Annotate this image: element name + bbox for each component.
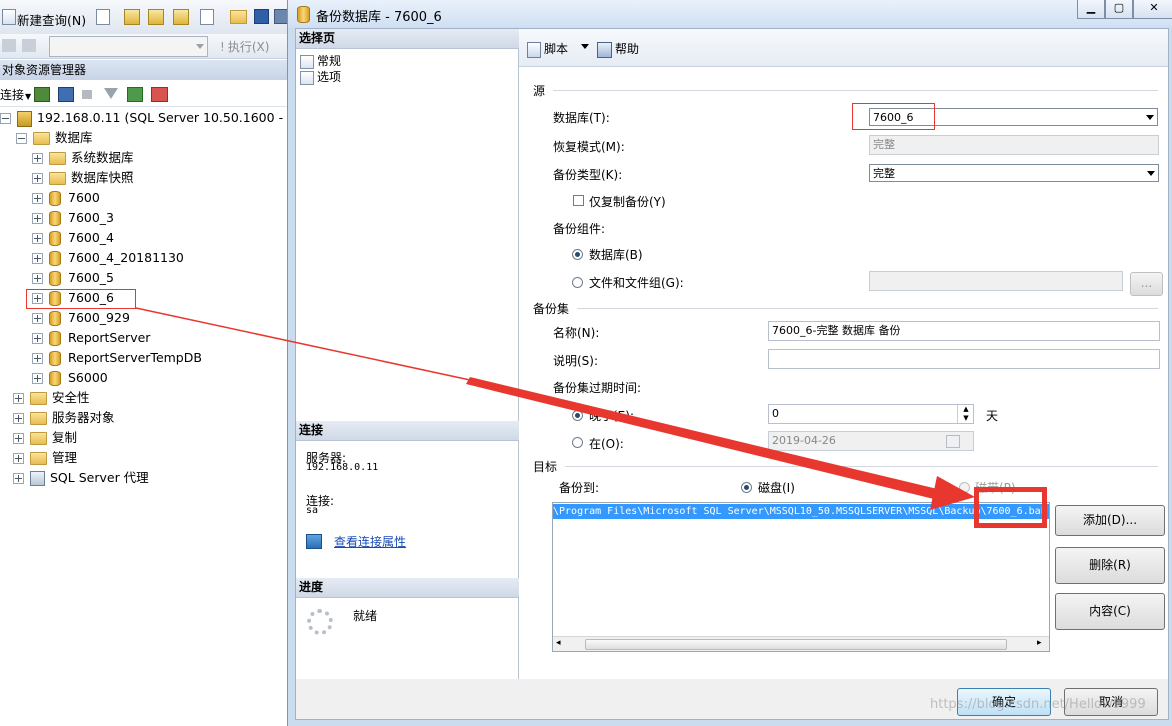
annotation-connector [135,307,471,381]
annotation-arrow-shaft [466,377,950,502]
annotation-arrow-head [930,476,975,510]
annotation-arrow [135,307,975,510]
watermark: https://blog.csdn.net/Hellow9999 [930,697,1146,712]
